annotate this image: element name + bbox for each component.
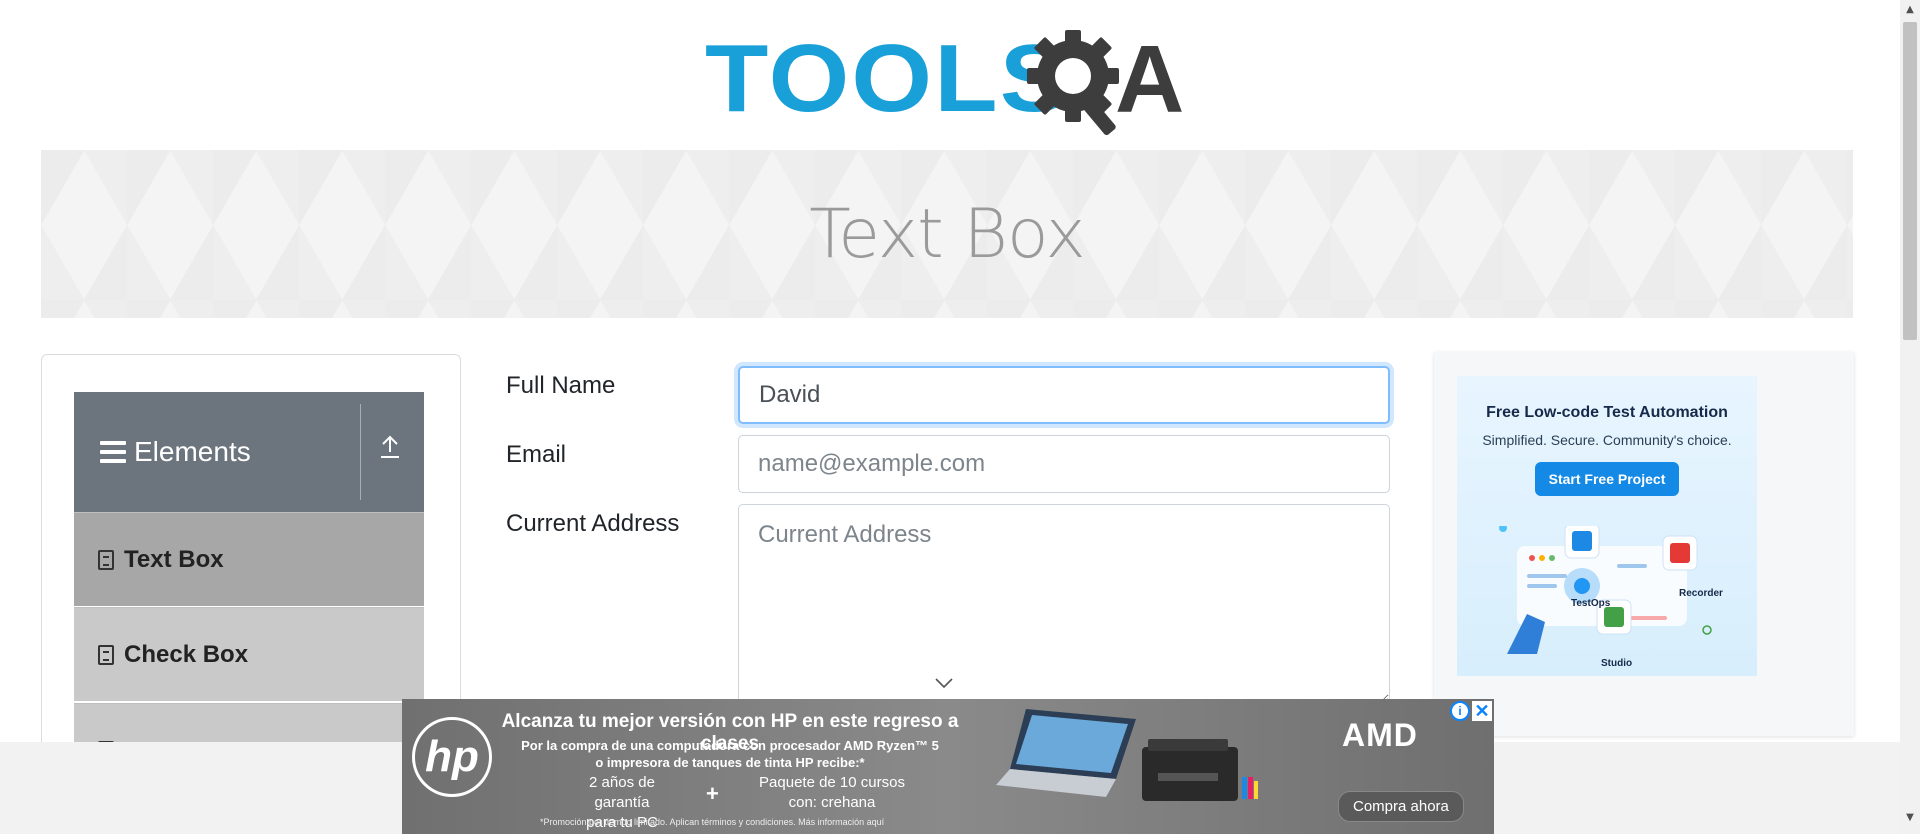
sidebar-item-check-box[interactable]: Check Box [74,607,424,701]
product-label-studio: Studio [1601,658,1633,669]
product-label-recorder: Recorder [1679,588,1723,599]
hamburger-icon [100,441,126,463]
product-label-testops: TestOps [1571,598,1611,609]
ad-subline: Simplified. Secure. Community's choice. [1482,432,1732,448]
upload-icon[interactable] [376,434,404,470]
scroll-up-icon[interactable]: ▲ [1900,4,1920,20]
logo-tools-text: TOOLS [705,25,1072,132]
offer-courses: Paquete de 10 cursos con: crehana [742,773,922,813]
ad-subline: Por la compra de una computadora con pro… [500,737,960,771]
sidebar-item-label: Text Box [124,545,224,573]
start-free-project-button[interactable]: Start Free Project [1534,462,1680,496]
email-label: Email [506,441,567,468]
adchoices-icon[interactable]: i [1450,701,1470,721]
full-name-input[interactable] [738,366,1390,424]
sidebar-group-title: Elements [134,436,251,467]
logo-qa-text: A [1115,26,1185,133]
ad-headline: Free Low-code Test Automation [1486,404,1728,421]
amd-logo: AMD [1342,717,1418,753]
printer-image [1142,739,1258,801]
chevron-down-icon[interactable] [934,674,954,694]
laptop-image [996,709,1136,797]
current-address-label: Current Address [506,510,680,537]
sidebar-group-elements[interactable]: Elements [74,392,424,512]
divider [360,404,361,500]
current-address-textarea[interactable] [738,504,1390,704]
html5-icon [98,549,114,570]
ad-subline-1: Por la compra de una computadora con pro… [521,738,939,753]
toolsqa-logo[interactable]: TOOLS A [705,20,1195,138]
email-input[interactable] [738,435,1390,493]
html5-icon [98,644,114,665]
ad-subline-2: o impresora de tanques de tinta HP recib… [595,755,865,770]
offer-warranty-line1: 2 años de garantía [589,774,655,811]
page-title: Text Box [809,194,1085,274]
sidebar-item-text-box[interactable]: Text Box [74,512,424,606]
right-ad-banner[interactable]: Free Low-code Test Automation Simplified… [1457,376,1757,676]
scroll-down-icon[interactable]: ▼ [1900,812,1920,828]
offer-courses-line2: con: crehana [788,794,876,811]
vertical-scrollbar[interactable]: ▲ ▼ [1900,0,1920,834]
hp-logo: hp [412,717,492,797]
offer-courses-line1: Paquete de 10 cursos [759,774,905,791]
full-name-label: Full Name [506,372,616,399]
page-banner: Text Box [41,150,1853,318]
plus-sign: + [706,781,719,806]
fine-print: *Promoción por tiempo limitado. Aplican … [540,817,885,827]
bottom-ad-banner[interactable]: hp Alcanza tu mejor versión con HP en es… [402,699,1494,834]
close-icon[interactable]: ✕ [1472,701,1492,721]
sidebar-item-label: Check Box [124,640,249,668]
scroll-thumb[interactable] [1903,22,1917,340]
buy-now-button[interactable]: Compra ahora [1338,791,1464,822]
